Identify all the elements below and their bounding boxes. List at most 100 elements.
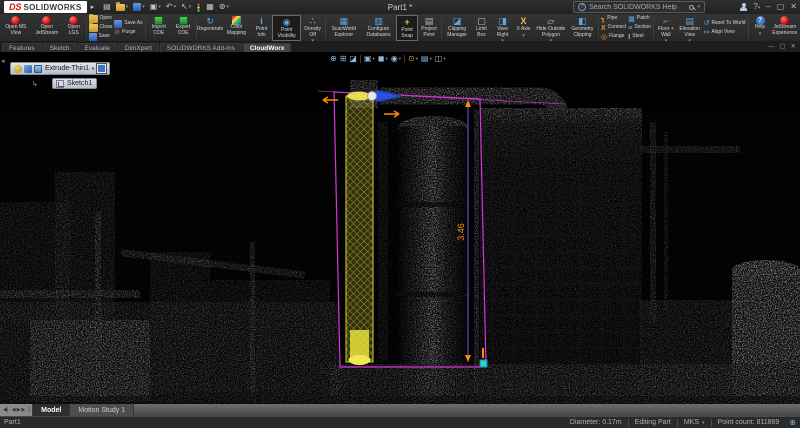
x-axis-button[interactable]: XX Axis▾	[513, 15, 534, 41]
elevation-view-button[interactable]: ▤Elevation View▾	[677, 15, 703, 41]
limit-box-button[interactable]: ▢Limit Box	[471, 15, 492, 41]
web-status-icon[interactable]: ⊕	[789, 418, 796, 427]
tab-motion-study-1[interactable]: Motion Study 1	[70, 404, 134, 416]
clipping-manager-button[interactable]: ◪Clipping Manager	[443, 15, 471, 41]
save-dropdown-icon[interactable]: ▾	[142, 4, 145, 10]
units-selector[interactable]: MKS▾	[678, 419, 711, 426]
dimension-value[interactable]: 3.46	[456, 223, 466, 241]
point-visibility-button[interactable]: ◉Point Visibility	[272, 15, 302, 41]
select-dropdown-icon[interactable]: ▾	[189, 4, 192, 10]
appearances-dropdown-icon[interactable]: ▾	[416, 53, 418, 64]
scene-dropdown-icon[interactable]: ▾	[429, 53, 431, 64]
point-snap-button[interactable]: +Point Snap	[396, 15, 418, 41]
x-axis-dropdown-icon[interactable]: ▾	[522, 33, 525, 39]
doc-close-icon[interactable]: ✕	[791, 42, 796, 52]
zoom-area-button[interactable]: ⊞	[340, 53, 347, 64]
login-icon[interactable]	[740, 3, 747, 11]
close-button[interactable]: Close	[89, 24, 113, 32]
geometry-clipping-button[interactable]: ◧Geometry Clipping	[568, 15, 597, 41]
toolbar-expander-icon[interactable]: ▸	[91, 3, 95, 11]
next-tab-icon[interactable]: ▶	[17, 407, 21, 413]
open-ms-view-button[interactable]: Open MS View	[1, 15, 31, 41]
import-coe-button[interactable]: Import COE	[147, 15, 171, 41]
save-button[interactable]: Save	[89, 33, 113, 41]
search-icon[interactable]	[689, 5, 694, 10]
color-mapping-button[interactable]: Color Mapping	[222, 15, 251, 41]
open-button[interactable]: ▾	[115, 1, 130, 13]
help-button[interactable]: ?Help▾	[750, 15, 771, 41]
save-button[interactable]: ▾	[132, 1, 146, 13]
help-icon[interactable]: ?▾	[753, 0, 760, 15]
options-button[interactable]: ⊛▾	[218, 1, 230, 13]
tab-model[interactable]: Model	[33, 404, 70, 416]
graphics-viewport[interactable]: 3.46 ⊕⊞◪▣▾◼▾◉▾⊙▾▤▾◫▾ ◂ Extrude-Thin1 ▸	[0, 52, 800, 404]
options-dropdown-icon[interactable]: ▾	[227, 4, 230, 10]
hide-items-button[interactable]: ◉▾	[391, 53, 401, 64]
floor-wall-button[interactable]: ⌐Floor + Wall▾	[655, 15, 677, 41]
breadcrumb-sketch[interactable]: Sketch1	[52, 78, 97, 89]
undo-button[interactable]: ↶▾	[165, 1, 177, 13]
steel-button[interactable]: ISteel	[628, 33, 651, 41]
search-box[interactable]: ? Search SOLIDWORKS Help ▾	[573, 1, 705, 13]
view-settings-dropdown-icon[interactable]: ▾	[443, 53, 445, 64]
purge-button[interactable]: ⊘Purge	[114, 29, 142, 37]
undo-dropdown-icon[interactable]: ▾	[174, 4, 177, 10]
file-properties-button[interactable]: ▦	[205, 1, 215, 13]
open-lgs-button[interactable]: Open LGS	[63, 15, 85, 41]
tab-features[interactable]: Features	[2, 43, 42, 52]
print-dropdown-icon[interactable]: ▾	[158, 4, 161, 10]
display-style-dropdown-icon[interactable]: ▾	[385, 53, 387, 64]
project-point-button[interactable]: ▤Project Point	[418, 15, 440, 41]
view-orientation-button[interactable]: ▣▾	[364, 53, 375, 64]
hide-outside-polygon-button[interactable]: ▱Hide Outside Polygon▾	[534, 15, 568, 41]
jetstream-experience-button[interactable]: JetStream Experience	[771, 15, 799, 41]
section-view-button[interactable]: ◪	[349, 53, 357, 64]
hide-items-dropdown-icon[interactable]: ▾	[399, 53, 401, 64]
extrude-preview[interactable]	[346, 92, 373, 366]
tab-sketch[interactable]: Sketch	[43, 43, 77, 52]
feature-name[interactable]: Extrude-Thin1	[44, 65, 90, 72]
new-document-button[interactable]: ▤	[102, 1, 112, 13]
scene-button[interactable]: ▤▾	[421, 53, 432, 64]
breadcrumb[interactable]: Extrude-Thin1 ▸	[10, 62, 110, 75]
help-dropdown-icon[interactable]: ▾	[759, 31, 762, 37]
display-style-button[interactable]: ◼▾	[378, 53, 388, 64]
open-jetstream-button[interactable]: Open JetStream	[31, 15, 63, 41]
tab-evaluate[interactable]: Evaluate	[78, 43, 117, 52]
configure-databases-button[interactable]: ▥Configure Databases	[361, 15, 397, 41]
prev-tab-icon[interactable]: ◀	[12, 407, 16, 413]
tab-dimxpert[interactable]: DimXpert	[118, 43, 159, 52]
restore-icon[interactable]: ▢	[777, 0, 785, 14]
view-settings-button[interactable]: ◫▾	[435, 53, 446, 64]
export-coe-button[interactable]: Export COE	[171, 15, 195, 41]
point-info-button[interactable]: iPoint Info	[251, 15, 272, 41]
featuremanager-collapse-icon[interactable]: ◂	[1, 57, 5, 65]
open-dropdown-icon[interactable]: ▾	[126, 4, 129, 10]
first-tab-icon[interactable]: ◀▏	[3, 407, 11, 413]
align-view-button[interactable]: ↦Align View	[704, 29, 746, 37]
close-icon[interactable]: ✕	[790, 0, 797, 14]
section-button[interactable]: ≡Section	[628, 24, 651, 32]
appearance-swatch[interactable]	[97, 64, 106, 73]
sketch-corner-handle[interactable]	[480, 360, 487, 367]
tab-cloudworx[interactable]: CloudWorx	[243, 43, 292, 52]
reset-to-world-button[interactable]: ↺Reset To World	[704, 20, 746, 28]
last-tab-icon[interactable]: ▶▕	[21, 407, 29, 413]
rebuild-button[interactable]	[195, 1, 202, 13]
sketch-name[interactable]: Sketch1	[66, 80, 93, 87]
doc-minimize-icon[interactable]: —	[768, 42, 775, 52]
minimize-icon[interactable]: –	[766, 0, 770, 14]
tab-solidworks-add-ins[interactable]: SOLIDWORKS Add-Ins	[160, 43, 242, 52]
flange-button[interactable]: ◎Flange	[601, 33, 626, 41]
view-right-button[interactable]: ◨View Right▾	[492, 15, 513, 41]
sketch-point-handle[interactable]	[368, 92, 377, 101]
search-dropdown-icon[interactable]: ▾	[697, 4, 700, 10]
scanworld-explorer-button[interactable]: ▦ScanWorld Explorer	[327, 15, 361, 41]
view-orientation-dropdown-icon[interactable]: ▾	[373, 53, 375, 64]
density-off-button[interactable]: ∴Density Off▾	[301, 15, 323, 41]
regenerate-button[interactable]: ↻Regenerate	[198, 15, 222, 41]
doc-restore-icon[interactable]: ▢	[779, 42, 785, 52]
print-button[interactable]: ▣▾	[149, 1, 162, 13]
zoom-fit-button[interactable]: ⊕	[330, 53, 337, 64]
select-button[interactable]: ↖▾	[180, 1, 192, 13]
